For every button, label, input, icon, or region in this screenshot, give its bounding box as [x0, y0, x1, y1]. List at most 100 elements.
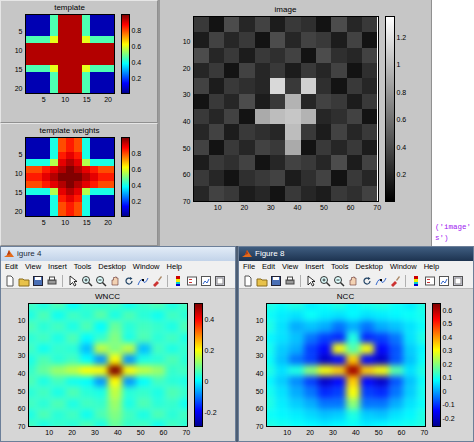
hide-plot-icon[interactable] — [200, 275, 212, 287]
heatmap-cell — [74, 15, 82, 22]
colorbar-icon[interactable] — [172, 275, 184, 287]
print-icon[interactable] — [46, 275, 58, 287]
pointer-icon[interactable] — [67, 275, 79, 287]
heatmap-cell — [266, 376, 275, 387]
heatmap-cell — [347, 48, 362, 63]
heatmap-cell — [28, 321, 37, 332]
plot-axes[interactable] — [25, 14, 115, 94]
heatmap-cell — [289, 343, 303, 354]
heatmap-cell — [331, 321, 345, 332]
heatmap-cell — [79, 310, 93, 321]
heatmap-cell — [270, 186, 285, 201]
rotate-icon[interactable] — [123, 275, 135, 287]
heatmap-cell — [36, 409, 50, 420]
title-bar[interactable]: igure 4 — [1, 247, 235, 261]
heatmap-cell — [301, 109, 316, 124]
menu-item[interactable]: Help — [167, 261, 182, 272]
data-cursor-icon[interactable] — [137, 275, 149, 287]
brush-icon[interactable] — [151, 275, 163, 287]
menu-item[interactable]: Desktop — [98, 261, 126, 272]
heatmap-cell — [90, 86, 98, 93]
heatmap-cell — [90, 15, 98, 22]
heatmap-cell — [106, 202, 114, 209]
heatmap-cell — [90, 202, 98, 209]
menu-item[interactable]: File — [243, 261, 255, 272]
zoom-out-icon[interactable] — [333, 275, 345, 287]
heatmap-cell — [122, 321, 136, 332]
heatmap-cell — [58, 145, 66, 152]
legend-icon[interactable] — [186, 275, 198, 287]
title-bar[interactable]: Figure 8 — [239, 247, 473, 261]
menu-item[interactable]: Edit — [262, 261, 275, 272]
show-plot-icon[interactable] — [452, 275, 464, 287]
heatmap-cell — [316, 170, 331, 185]
heatmap-cell — [65, 365, 79, 376]
menu-item[interactable]: Tools — [331, 261, 349, 272]
heatmap-cell — [98, 50, 106, 57]
heatmap-cell — [224, 124, 239, 139]
figure-window[interactable]: Figure 8File Edit View Insert Tools Desktop Wi… — [238, 246, 474, 442]
colorbar-tick: 0.6 — [443, 306, 453, 313]
heatmap-cell — [417, 365, 426, 376]
heatmap-cell — [347, 63, 362, 78]
plot-axes[interactable] — [193, 16, 379, 202]
colorbar-icon[interactable] — [410, 275, 422, 287]
brush-icon[interactable] — [389, 275, 401, 287]
heatmap-cell — [289, 365, 303, 376]
heatmap-cell — [301, 78, 316, 93]
heatmap-cell — [26, 72, 34, 79]
legend-icon[interactable] — [424, 275, 436, 287]
data-cursor-icon[interactable] — [375, 275, 387, 287]
heatmap-cell — [316, 94, 331, 109]
menu-item[interactable]: Tools — [74, 261, 92, 272]
new-icon[interactable] — [242, 275, 254, 287]
figure-window[interactable]: igure 4Edit View Insert Tools Desktop Window H… — [0, 246, 236, 442]
pointer-icon[interactable] — [305, 275, 317, 287]
heatmap-cell — [50, 50, 58, 57]
heatmap-cell — [285, 109, 300, 124]
menu-item[interactable]: Window — [390, 261, 417, 272]
heatmap-cell — [194, 32, 209, 47]
menu-item[interactable]: Insert — [305, 261, 324, 272]
heatmap-cell — [106, 173, 114, 180]
heatmap-cell — [58, 72, 66, 79]
heatmap-cell — [50, 138, 58, 145]
heatmap-cell — [417, 398, 426, 409]
menu-item[interactable]: Desktop — [355, 261, 383, 272]
zoom-in-icon[interactable] — [319, 275, 331, 287]
heatmap-cell — [90, 166, 98, 173]
heatmap-cell — [289, 420, 303, 427]
x-tick: 10 — [283, 429, 291, 436]
heatmap-cell — [51, 420, 65, 427]
open-icon[interactable] — [256, 275, 268, 287]
menu-item[interactable]: View — [25, 261, 41, 272]
heatmap-cell — [417, 321, 426, 332]
print-icon[interactable] — [284, 275, 296, 287]
menu-item[interactable]: Help — [424, 261, 439, 272]
menu-item[interactable]: Window — [133, 261, 160, 272]
x-tick: 20 — [306, 429, 314, 436]
rotate-icon[interactable] — [361, 275, 373, 287]
toolbar — [1, 273, 235, 289]
heatmap-cell — [74, 181, 82, 188]
menu-item[interactable]: Edit — [5, 261, 18, 272]
zoom-out-icon[interactable] — [95, 275, 107, 287]
heatmap-cell — [42, 138, 50, 145]
pan-icon[interactable] — [347, 275, 359, 287]
plot-axes[interactable] — [266, 303, 426, 427]
save-icon[interactable] — [32, 275, 44, 287]
show-plot-icon[interactable] — [214, 275, 226, 287]
plot-axes[interactable] — [25, 137, 115, 217]
open-icon[interactable] — [18, 275, 30, 287]
zoom-in-icon[interactable] — [81, 275, 93, 287]
menu-item[interactable]: Insert — [48, 261, 67, 272]
plot-axes[interactable] — [28, 303, 188, 427]
menu-item[interactable]: View — [282, 261, 298, 272]
pan-icon[interactable] — [109, 275, 121, 287]
heatmap-cell — [65, 376, 79, 387]
new-icon[interactable] — [4, 275, 16, 287]
command-window[interactable]: ('image's') — [432, 0, 474, 246]
save-icon[interactable] — [270, 275, 282, 287]
colorbar-tick: 0 — [205, 377, 209, 384]
hide-plot-icon[interactable] — [438, 275, 450, 287]
